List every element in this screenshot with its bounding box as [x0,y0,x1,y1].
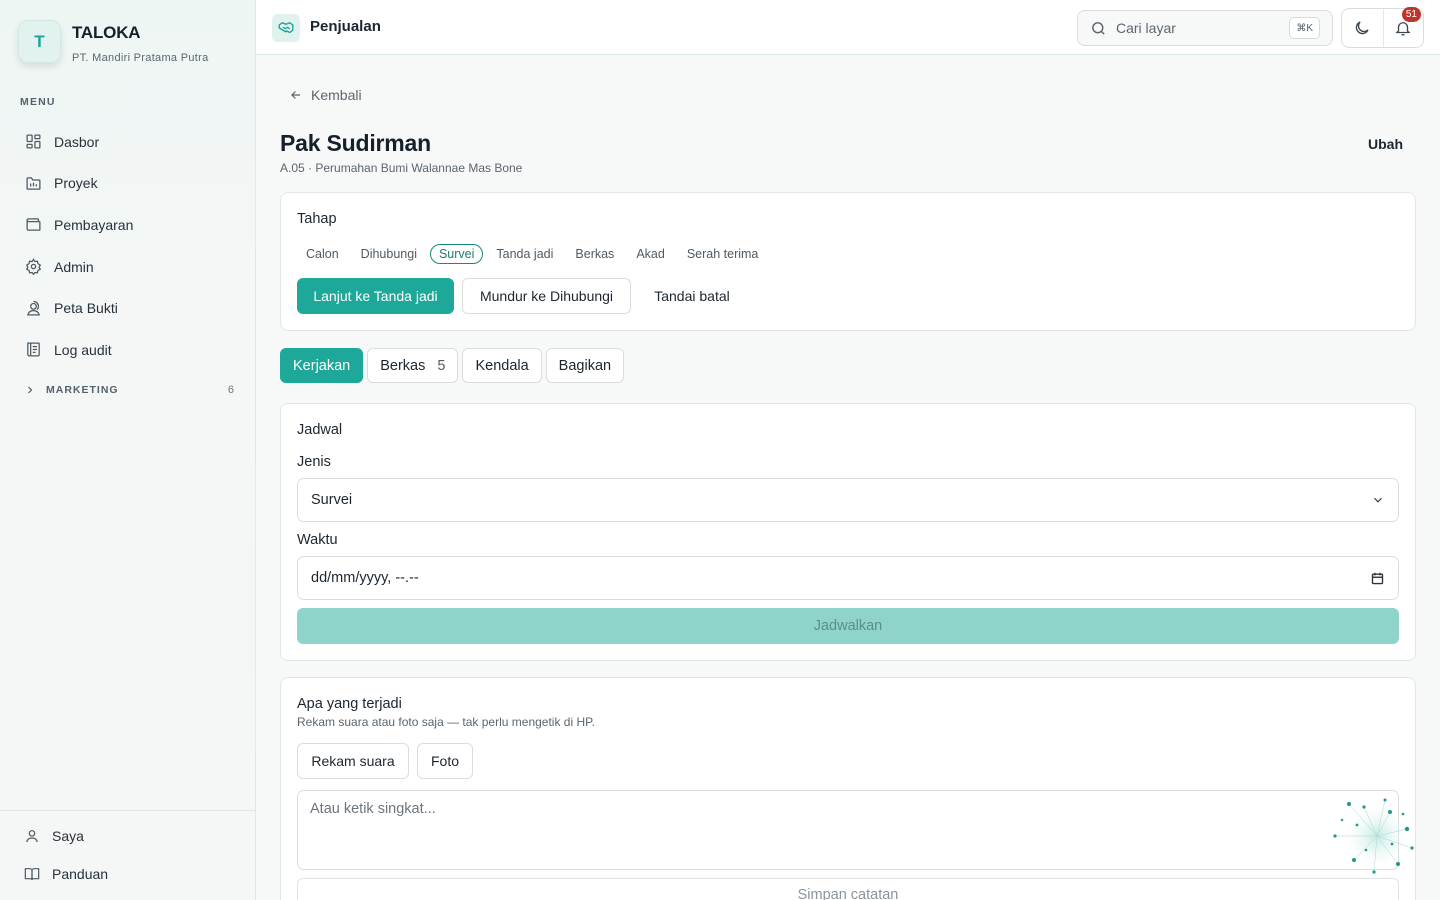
sidebar-group-marketing[interactable]: MARKETING 6 [24,384,234,396]
chevron-down-icon [1371,493,1385,507]
tab-kerjakan[interactable]: Kerjakan [280,348,364,383]
sidebar-nav: Dasbor Proyek Pembayaran Admin Peta Bukt… [16,121,240,371]
stage-calon[interactable]: Calon [297,244,348,264]
type-select-value: Survei [311,492,353,508]
tab-label: Bagikan [558,357,612,374]
sidebar-item-panduan[interactable]: Panduan [24,866,108,882]
time-label: Waktu [297,532,338,548]
sidebar-item-pembayaran[interactable]: Pembayaran [16,204,240,246]
sidebar-item-admin[interactable]: Admin [16,246,240,288]
edit-button[interactable]: Ubah [1356,136,1415,156]
stage-card: Tahap Calon Dihubungi Survei Tanda jadi … [280,192,1416,331]
type-select[interactable]: Survei [297,478,1399,522]
stage-akad[interactable]: Akad [627,244,674,264]
tab-label: Kerjakan [293,357,351,374]
company-name: PT. Mandiri Pratama Putra [72,52,209,64]
sidebar-item-label: Peta Bukti [54,300,118,317]
notification-badge: 51 [1401,7,1421,22]
prev-stage-button[interactable]: Mundur ke Dihubungi [462,278,631,314]
stage-card-title: Tahap [297,211,337,227]
user-icon [24,828,40,844]
stage-serah-terima[interactable]: Serah terima [678,244,768,264]
search-input[interactable]: Cari layar ⌘K [1077,10,1333,46]
tab-berkas[interactable]: Berkas 5 [367,348,459,383]
page-title: Pak Sudirman [280,130,431,156]
sidebar: T TALOKA PT. Mandiri Pratama Putra MENU … [0,0,256,900]
page-subtitle: A.05 · Perumahan Bumi Walannae Mas Bone [280,161,523,175]
search-shortcut: ⌘K [1289,17,1320,39]
schedule-card-title: Jadwal [297,422,343,438]
tab-bagikan[interactable]: Bagikan [545,348,625,383]
sidebar-divider [0,810,256,811]
sidebar-item-label: Admin [54,258,94,275]
sidebar-item-log-audit[interactable]: Log audit [16,329,240,371]
sidebar-item-peta-bukti[interactable]: Peta Bukti [16,287,240,329]
page-section-title: Penjualan [310,18,381,35]
brand-name: TALOKA [72,23,141,42]
back-label: Kembali [311,87,362,103]
folder-icon [24,174,42,192]
sidebar-item-dasbor[interactable]: Dasbor [16,121,240,163]
sidebar-group-count: 6 [227,384,234,396]
note-card-description: Rekam suara atau foto saja — tak perlu m… [297,715,595,729]
stage-stepper: Calon Dihubungi Survei Tanda jadi Berkas… [297,244,771,264]
sidebar-item-label: Pembayaran [54,216,134,233]
moon-icon [1353,19,1371,37]
note-textarea[interactable]: Atau ketik singkat... [297,790,1399,870]
note-card: Apa yang terjadi Rekam suara atau foto s… [280,677,1416,900]
wallet-icon [24,216,42,234]
datetime-value: dd/mm/yyyy, --.-- [311,570,419,586]
note-placeholder: Atau ketik singkat... [310,801,436,817]
notifications-button[interactable]: 51 [1382,7,1424,47]
sidebar-item-saya[interactable]: Saya [24,828,84,844]
stage-dihubungi[interactable]: Dihubungi [352,244,426,264]
tab-label: Berkas [380,357,426,374]
menu-heading: MENU [20,96,56,108]
dashboard-icon [24,133,42,151]
sidebar-item-label: Log audit [54,341,112,358]
tab-label: Kendala [475,357,529,374]
sidebar-item-label: Panduan [52,866,109,882]
search-placeholder: Cari layar [1116,20,1176,36]
back-link[interactable]: Kembali [289,87,362,103]
datetime-input[interactable]: dd/mm/yyyy, --.-- [297,556,1399,600]
topbar: Penjualan Cari layar ⌘K 51 [256,0,1440,55]
record-voice-button[interactable]: Rekam suara [297,743,409,779]
sidebar-item-proyek[interactable]: Proyek [16,163,240,205]
sidebar-item-label: Dasbor [54,133,100,150]
arrow-left-icon [289,88,303,102]
mark-cancel-button[interactable]: Tandai batal [639,278,745,314]
sidebar-item-label: Saya [52,828,84,844]
next-stage-button[interactable]: Lanjut ke Tanda jadi [297,278,454,314]
assistant-network-icon[interactable] [1330,792,1420,882]
schedule-button[interactable]: Jadwalkan [297,608,1399,644]
sidebar-item-label: Proyek [54,175,98,192]
stage-survei[interactable]: Survei [429,244,484,264]
stage-berkas[interactable]: Berkas [566,244,623,264]
tab-count: 5 [437,357,446,374]
log-icon [24,341,42,359]
search-icon [1090,20,1107,37]
schedule-card: Jadwal Jenis Survei Waktu dd/mm/yyyy, --… [280,403,1416,661]
calendar-icon[interactable] [1370,571,1385,586]
detail-tabs: Kerjakan Berkas 5 Kendala Bagikan [280,348,628,383]
photo-button[interactable]: Foto [417,743,473,779]
sidebar-group-label: MARKETING [46,384,119,396]
note-card-title: Apa yang terjadi [297,696,402,712]
book-icon [24,866,40,882]
handshake-icon [272,14,300,42]
chevron-right-icon [24,384,36,396]
map-pin-user-icon [24,299,42,317]
gear-icon [24,258,42,276]
brand-logo: T [18,20,61,63]
top-actions: 51 [1341,7,1424,48]
stage-tanda-jadi[interactable]: Tanda jadi [487,244,562,264]
theme-toggle-button[interactable] [1342,9,1383,47]
type-label: Jenis [297,454,331,470]
save-note-button[interactable]: Simpan catatan [297,878,1399,900]
tab-kendala[interactable]: Kendala [462,348,542,383]
brand[interactable]: T TALOKA PT. Mandiri Pratama Putra [18,20,209,64]
